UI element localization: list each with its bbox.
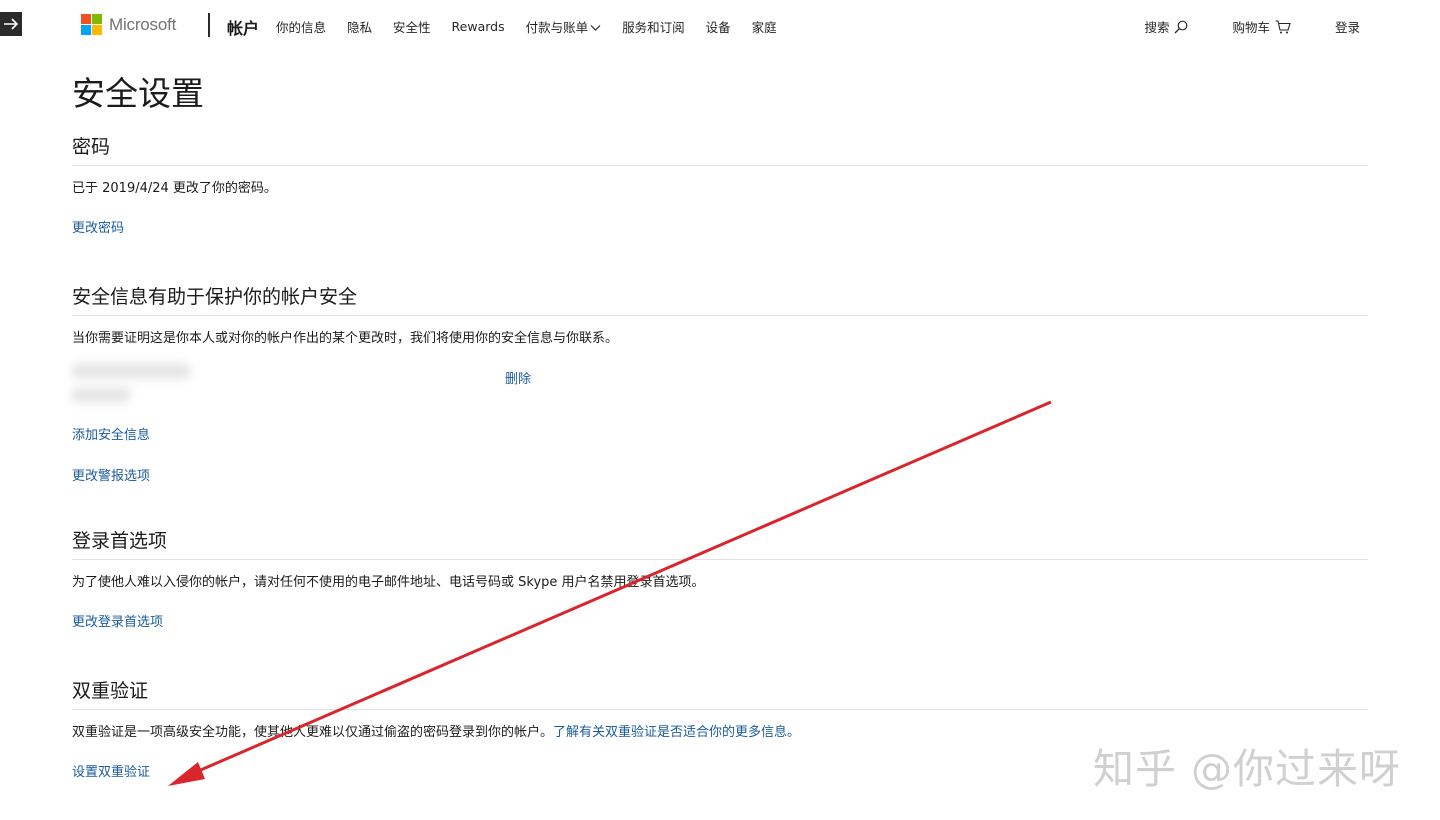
- page: Microsoft 帐户 你的信息 隐私 安全性 Rewards 付款与账单 服…: [0, 0, 1440, 820]
- nav-link-services[interactable]: 服务和订阅: [622, 17, 685, 36]
- nav-link-your-info[interactable]: 你的信息: [276, 17, 326, 36]
- nav-divider: [208, 13, 210, 37]
- microsoft-logo[interactable]: Microsoft: [81, 14, 176, 35]
- password-section: 密码 已于 2019/4/24 更改了你的密码。 更改密码: [72, 132, 1368, 238]
- security-info-section: 安全信息有助于保护你的帐户安全 当你需要证明这是你本人或对你的帐户作出的某个更改…: [72, 282, 1368, 486]
- change-signin-prefs-link[interactable]: 更改登录首选项: [72, 615, 163, 630]
- page-title: 安全设置: [72, 74, 204, 113]
- search-label: 搜索: [1144, 20, 1170, 35]
- nav-link-payment[interactable]: 付款与账单: [526, 17, 602, 36]
- nav-right: 搜索 购物车 登录: [1100, 17, 1360, 36]
- nav-account-title[interactable]: 帐户: [227, 15, 259, 39]
- change-password-link[interactable]: 更改密码: [72, 221, 124, 236]
- nav-link-privacy[interactable]: 隐私: [347, 17, 372, 36]
- nav-link-payment-label: 付款与账单: [525, 20, 589, 35]
- expand-sidebar-button[interactable]: [0, 12, 22, 36]
- cart-icon: [1275, 19, 1291, 33]
- remove-security-info-link[interactable]: 删除: [505, 371, 531, 389]
- watermark: 知乎 @你过来呀: [1093, 745, 1402, 793]
- redacted-contact-type: [72, 388, 130, 402]
- nav-links: 你的信息 隐私 安全性 Rewards 付款与账单 服务和订阅 设备 家庭: [276, 17, 798, 36]
- microsoft-logo-icon: [81, 14, 102, 35]
- nav-link-security[interactable]: 安全性: [393, 17, 431, 36]
- nav-link-family[interactable]: 家庭: [752, 17, 777, 36]
- security-info-heading: 安全信息有助于保护你的帐户安全: [72, 282, 1368, 316]
- search-button[interactable]: 搜索: [1144, 17, 1188, 36]
- signin-prefs-description: 为了使他人难以入侵你的帐户，请对任何不使用的电子邮件地址、电话号码或 Skype…: [72, 575, 705, 590]
- search-icon: [1175, 20, 1188, 33]
- redacted-contact: [72, 364, 190, 378]
- security-info-description: 当你需要证明这是你本人或对你的帐户作出的某个更改时，我们将使用你的安全信息与你联…: [72, 331, 619, 346]
- setup-two-step-link[interactable]: 设置双重验证: [72, 765, 150, 780]
- password-heading: 密码: [72, 132, 1368, 166]
- add-security-info-link[interactable]: 添加安全信息: [72, 428, 150, 443]
- chevron-down-icon: [590, 24, 601, 31]
- arrow-right-icon: [4, 18, 19, 30]
- two-step-description: 双重验证是一项高级安全功能，使其他人更难以仅通过偷盗的密码登录到你的帐户。: [72, 725, 554, 740]
- nav-link-devices[interactable]: 设备: [706, 17, 731, 36]
- signin-prefs-section: 登录首选项 为了使他人难以入侵你的帐户，请对任何不使用的电子邮件地址、电话号码或…: [72, 526, 1368, 632]
- password-last-changed: 已于 2019/4/24 更改了你的密码。: [72, 181, 277, 196]
- security-info-entry: 删除: [72, 352, 1368, 414]
- change-alert-options-link[interactable]: 更改警报选项: [72, 469, 150, 484]
- nav-link-rewards[interactable]: Rewards: [452, 17, 505, 36]
- two-step-heading: 双重验证: [72, 676, 1368, 710]
- top-nav: Microsoft 帐户 你的信息 隐私 安全性 Rewards 付款与账单 服…: [0, 0, 1440, 50]
- cart-button[interactable]: 购物车: [1232, 17, 1291, 36]
- signin-prefs-heading: 登录首选项: [72, 526, 1368, 560]
- cart-label: 购物车: [1232, 20, 1270, 35]
- two-step-learn-more-link[interactable]: 了解有关双重验证是否适合你的更多信息。: [553, 725, 800, 740]
- main-content: 安全设置 密码 已于 2019/4/24 更改了你的密码。 更改密码 安全信息有…: [72, 70, 1368, 782]
- signin-link[interactable]: 登录: [1335, 17, 1360, 36]
- brand-name: Microsoft: [109, 14, 177, 34]
